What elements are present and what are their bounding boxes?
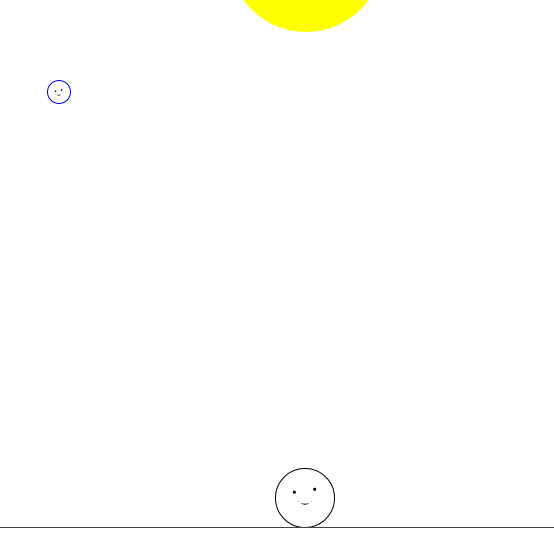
player-face-icon [292,487,317,505]
ground-line [0,527,554,528]
enemy-right-eye-icon [60,89,63,91]
player-smiley-icon[interactable] [275,468,335,528]
player-right-eye-icon [313,487,317,491]
enemy-smiley-icon [47,80,71,104]
game-canvas[interactable] [0,0,554,552]
player-mouth-icon [297,499,313,505]
sun-icon [229,0,383,32]
enemy-left-eye-icon [54,90,57,93]
enemy-mouth-icon [56,94,62,96]
player-left-eye-icon [292,490,296,494]
enemy-face-icon [54,89,63,96]
